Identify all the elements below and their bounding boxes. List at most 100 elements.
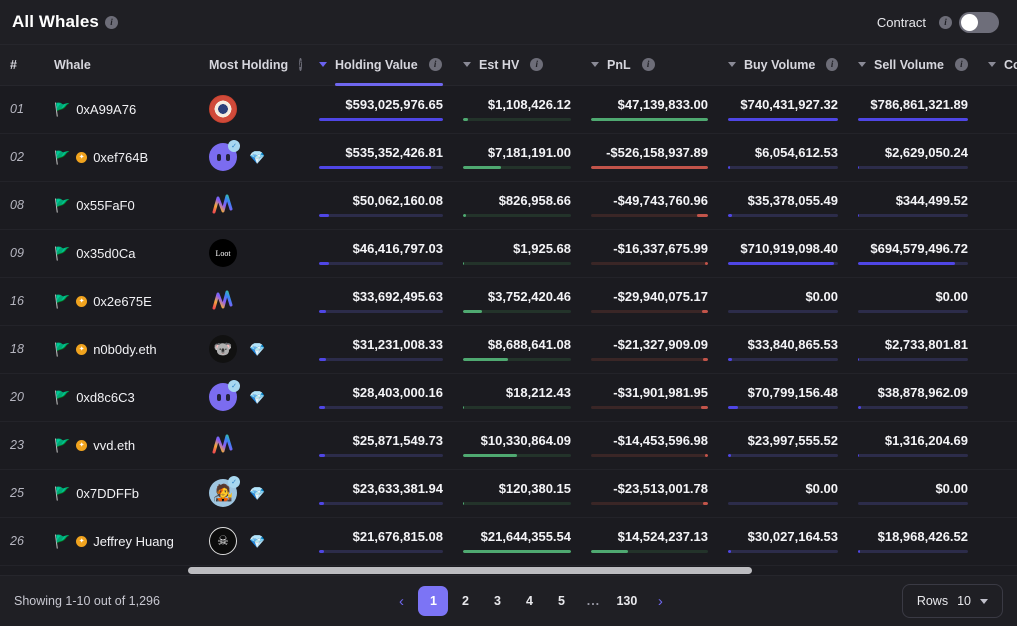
table-row[interactable]: 23 🚩 ✦ vvd.eth $25,871,549.73 $10,330,864.09 -…: [0, 421, 1017, 470]
pnl-cell: -$14,453,596.98: [581, 421, 718, 470]
pagination-next-button[interactable]: ›: [645, 586, 675, 616]
col-header-collection[interactable]: Collec: [978, 45, 1017, 86]
sort-caret-sell-volume[interactable]: [858, 62, 866, 68]
col-header-whale[interactable]: Whale: [44, 45, 199, 86]
sort-caret-pnl[interactable]: [591, 62, 599, 68]
holding-value-cell: $31,231,008.33: [309, 325, 453, 374]
sort-caret-est-hv[interactable]: [463, 62, 471, 68]
table-row[interactable]: 02 🚩 ✦ 0xef764B ✓ 💎 $535,352,426.81 $7,181,191.…: [0, 133, 1017, 182]
contract-toggle[interactable]: [959, 11, 999, 33]
whale-cell[interactable]: 🚩 ✦ 0x2e675E: [44, 277, 199, 326]
gem-icon: 💎: [249, 533, 266, 549]
sort-caret-collection[interactable]: [988, 62, 996, 68]
rainbow-avatar[interactable]: [209, 287, 237, 315]
buy-volume-bar-track: [728, 262, 838, 265]
col-header-sell-volume[interactable]: Sell Volume i: [848, 45, 978, 86]
whale-name[interactable]: 0xA99A76: [76, 102, 136, 117]
pnl-cell: -$29,940,075.17: [581, 277, 718, 326]
sort-caret-buy-volume[interactable]: [728, 62, 736, 68]
whale-name[interactable]: 0x35d0Ca: [76, 246, 135, 261]
table-row[interactable]: 01 🚩 0xA99A76 $593,025,976.65 $1,108,426.12 $…: [0, 85, 1017, 134]
col-header-est-hv[interactable]: Est HV i: [453, 45, 581, 86]
pnl-bar-fill: [591, 118, 708, 121]
buy-volume-bar-track: [728, 118, 838, 121]
est-hv-cell: $21,644,355.54: [453, 517, 581, 566]
whale-name[interactable]: Jeffrey Huang: [93, 534, 174, 549]
whale-name[interactable]: 0xd8c6C3: [76, 390, 135, 405]
pnl-cell: -$23,513,001.78: [581, 469, 718, 518]
col-header-most-holding[interactable]: Most Holding i: [199, 45, 309, 86]
pagination-page-2[interactable]: 2: [450, 586, 480, 616]
whale-name[interactable]: 0x55FaF0: [76, 198, 135, 213]
azuki-avatar[interactable]: [209, 95, 237, 123]
pnl-value: -$31,901,981.95: [613, 385, 708, 400]
pagination-prev-button[interactable]: ‹: [386, 586, 416, 616]
pagination-page-1[interactable]: 1: [418, 586, 449, 616]
whale-cell[interactable]: 🚩 0xd8c6C3: [44, 373, 199, 422]
rainbow-avatar[interactable]: [209, 191, 237, 219]
rainbow-avatar[interactable]: [209, 431, 237, 459]
table-row[interactable]: 08 🚩 0x55FaF0 $50,062,160.08 $826,958.66 -$49…: [0, 181, 1017, 230]
cgc-avatar[interactable]: ☠: [209, 527, 237, 555]
most-holding-info-icon[interactable]: i: [299, 58, 302, 72]
punk-avatar[interactable]: 🧑‍🎤 ✓: [209, 476, 240, 507]
sort-caret-holding-value[interactable]: [319, 62, 327, 68]
pagination-page-130[interactable]: 130: [610, 586, 643, 616]
pagination-page-3[interactable]: 3: [482, 586, 512, 616]
sell-volume-info-icon[interactable]: i: [954, 58, 968, 72]
pagination-page-5[interactable]: 5: [546, 586, 576, 616]
whale-name[interactable]: 0x2e675E: [93, 294, 152, 309]
most-holding-cell: [199, 181, 309, 230]
pagination-ellipsis[interactable]: ...: [578, 586, 608, 616]
col-header-buy-volume[interactable]: Buy Volume i: [718, 45, 848, 86]
buy-volume-info-icon[interactable]: i: [826, 58, 838, 72]
holding-value-info-icon[interactable]: i: [428, 58, 442, 72]
table-row[interactable]: 25 🚩 0x7DDFFb 🧑‍🎤 ✓ 💎 $23,633,381.94 $120,380.1…: [0, 469, 1017, 518]
pnl-cell: -$31,901,981.95: [581, 373, 718, 422]
whale-cell[interactable]: 🚩 0x35d0Ca: [44, 229, 199, 278]
col-header-pnl[interactable]: PnL i: [581, 45, 718, 86]
buy-volume-bar-fill: [728, 118, 838, 121]
buy-volume-cell: $23,997,555.52: [718, 421, 848, 470]
whale-cell[interactable]: 🚩 0x55FaF0: [44, 181, 199, 230]
table-row[interactable]: 20 🚩 0xd8c6C3 ✓ 💎 $28,403,000.16 $18,212.43 -$3…: [0, 373, 1017, 422]
blur-avatar[interactable]: ✓: [209, 380, 240, 411]
whale-cell[interactable]: 🚩 ✦ Jeffrey Huang: [44, 517, 199, 566]
whale-name[interactable]: 0x7DDFFb: [76, 486, 139, 501]
horizontal-scrollbar-thumb[interactable]: [188, 567, 752, 574]
table-row[interactable]: 16 🚩 ✦ 0x2e675E $33,692,495.63 $3,752,420.46 -…: [0, 277, 1017, 326]
whale-cell[interactable]: 🚩 0xA99A76: [44, 85, 199, 134]
pnl-bar-track: [591, 550, 708, 553]
whale-cell[interactable]: 🚩 ✦ vvd.eth: [44, 421, 199, 470]
holding-value-value: $31,231,008.33: [352, 337, 443, 352]
table-row[interactable]: 26 🚩 ✦ Jeffrey Huang ☠ 💎 $21,676,815.08 $21,644…: [0, 517, 1017, 566]
whale-name[interactable]: vvd.eth: [93, 438, 135, 453]
horizontal-scrollbar[interactable]: [188, 566, 752, 575]
table-row[interactable]: 18 🚩 ✦ n0b0dy.eth 🐨 💎 $31,231,008.33 $8,688,641…: [0, 325, 1017, 374]
table-row[interactable]: 09 🚩 0x35d0Ca Loot $46,416,797.03 $1,925.68 -$…: [0, 229, 1017, 278]
blur-avatar[interactable]: ✓: [209, 140, 240, 171]
est-hv-value: $8,688,641.08: [487, 337, 571, 352]
est-hv-bar-track: [463, 166, 571, 169]
whale-cell[interactable]: 🚩 ✦ 0xef764B: [44, 133, 199, 182]
title-info-icon[interactable]: i: [104, 15, 118, 29]
pnl-info-icon[interactable]: i: [641, 58, 655, 72]
pagination-page-4[interactable]: 4: [514, 586, 544, 616]
buy-volume-bar-fill: [728, 166, 731, 169]
whale-cell[interactable]: 🚩 0x7DDFFb: [44, 469, 199, 518]
loot-avatar[interactable]: Loot: [209, 239, 237, 267]
est-hv-value: $120,380.15: [498, 481, 571, 496]
table-scroll-area[interactable]: # Whale Most Holding i Holding Value i E…: [0, 45, 1017, 575]
col-header-holding-value[interactable]: Holding Value i: [309, 45, 453, 86]
holding-value-bar-fill: [319, 214, 329, 217]
whale-name[interactable]: n0b0dy.eth: [93, 342, 156, 357]
chevron-down-icon[interactable]: [979, 598, 988, 604]
contract-info-icon[interactable]: i: [939, 15, 952, 29]
est-hv-value: $1,925.68: [513, 241, 571, 256]
rows-per-page-select[interactable]: Rows 10: [901, 584, 1003, 618]
est-hv-info-icon[interactable]: i: [530, 58, 544, 72]
whale-name[interactable]: 0xef764B: [93, 150, 148, 165]
koala-avatar[interactable]: 🐨: [209, 335, 237, 363]
whale-cell[interactable]: 🚩 ✦ n0b0dy.eth: [44, 325, 199, 374]
col-header-rank[interactable]: #: [0, 45, 44, 86]
